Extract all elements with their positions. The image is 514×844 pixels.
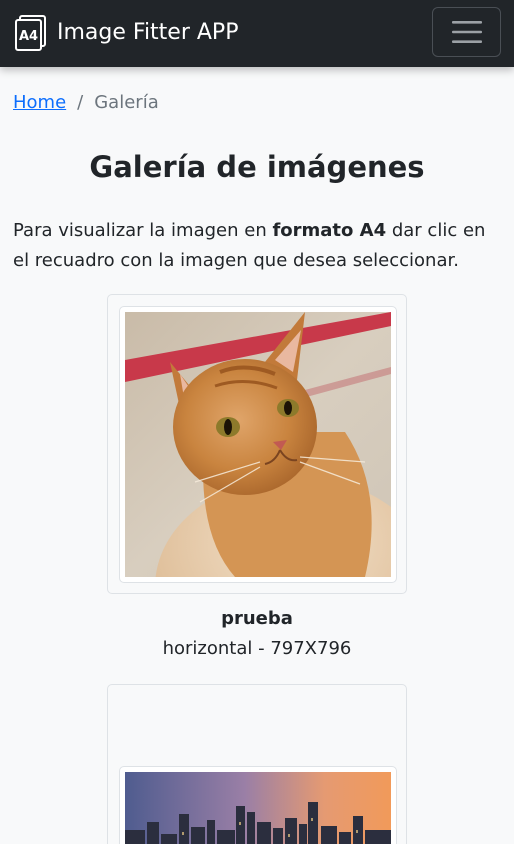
city-skyline-photo xyxy=(125,772,391,844)
intro-text: Para visualizar la imagen en formato A4 … xyxy=(13,216,503,276)
gallery-thumbnail-2[interactable] xyxy=(119,766,397,844)
gallery-card-2[interactable] xyxy=(107,684,407,844)
brand-icon-text: A4 xyxy=(19,29,38,44)
a4-document-icon: A4 xyxy=(15,15,46,51)
brand-link[interactable]: A4 Image Fitter APP xyxy=(14,15,238,51)
breadcrumb: Home / Galería xyxy=(13,92,159,113)
hamburger-icon xyxy=(451,21,482,43)
gallery-item-name-1: prueba xyxy=(221,608,293,629)
intro-text-start: Para visualizar la imagen en xyxy=(13,220,273,241)
breadcrumb-home-link[interactable]: Home xyxy=(13,92,66,113)
gallery-item-meta-1: horizontal - 797X796 xyxy=(162,638,352,659)
cat-photo xyxy=(125,312,391,577)
page-title: Galería de imágenes xyxy=(89,150,425,184)
breadcrumb-current: Galería xyxy=(94,92,159,113)
navbar: A4 Image Fitter APP xyxy=(0,0,514,67)
navbar-toggle-button[interactable] xyxy=(432,7,501,57)
gallery-card-1[interactable] xyxy=(107,294,407,594)
gallery-thumbnail-1[interactable] xyxy=(119,306,397,583)
intro-text-bold: formato A4 xyxy=(272,220,387,241)
breadcrumb-separator: / xyxy=(77,92,84,113)
brand-title: Image Fitter APP xyxy=(57,20,239,45)
